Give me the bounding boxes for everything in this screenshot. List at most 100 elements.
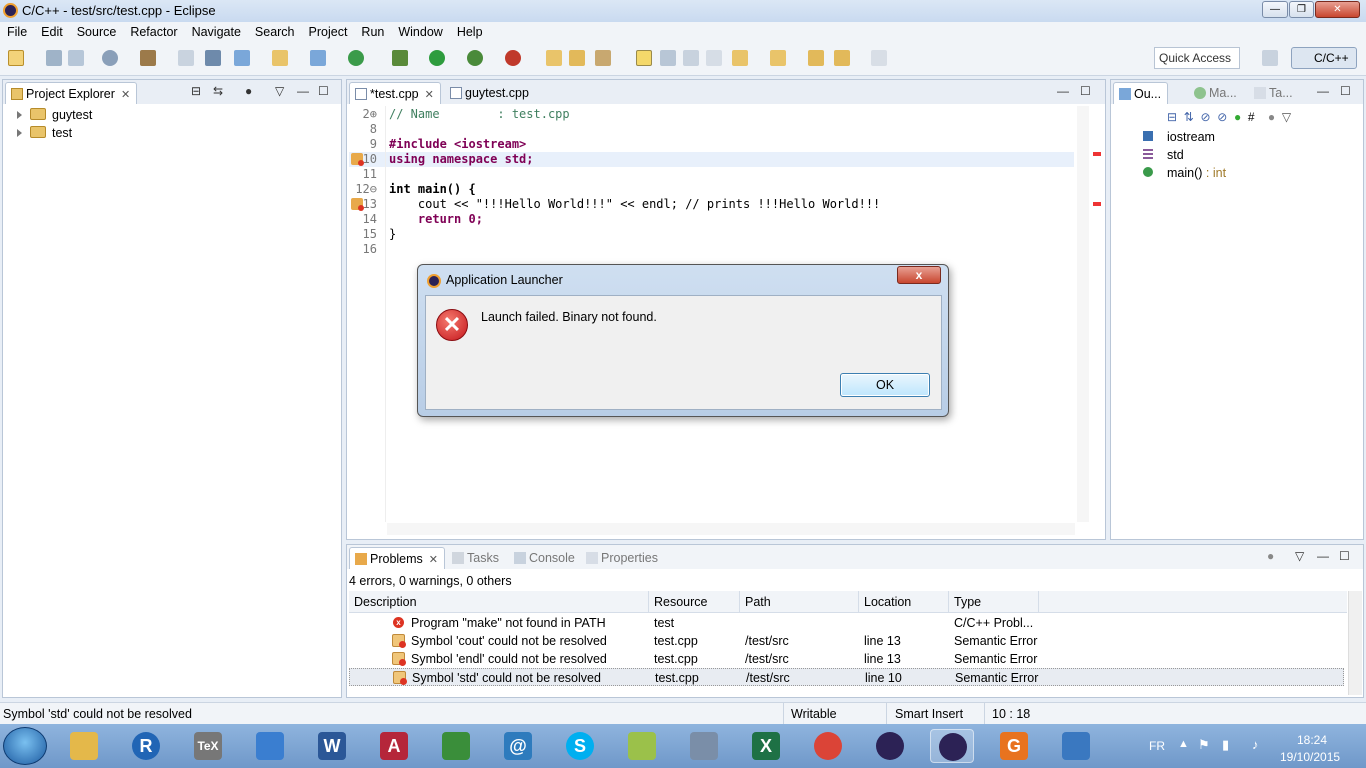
expand-icon[interactable] [17,111,22,119]
tab-guytest-cpp[interactable]: guytest.cpp [445,82,535,104]
minimize-view-icon[interactable]: — [1317,549,1329,563]
ok-button[interactable]: OK [840,373,930,397]
column-path[interactable]: Path [740,591,859,613]
column-type[interactable]: Type [949,591,1039,613]
network-tray-icon[interactable]: ▮ [1222,737,1229,753]
prev-annotation-icon[interactable] [770,50,786,66]
menu-run[interactable]: Run [354,22,391,39]
tab-tasks[interactable]: Tasks [447,547,505,569]
menu-window[interactable]: Window [391,22,449,39]
clock-time[interactable]: 18:24 [1297,733,1327,747]
tab-test-cpp[interactable]: *test.cpp ✕ [349,82,441,104]
minimize-button[interactable]: — [1262,1,1288,18]
public-filter-icon[interactable]: ● [1234,110,1241,124]
perspective-cpp-button[interactable]: C/C++ [1291,47,1357,69]
taskbar-item[interactable] [682,729,726,763]
volume-icon[interactable]: ♪ [1252,737,1259,752]
chevron-up-icon[interactable]: ▲ [1178,738,1189,750]
maximize-view-icon[interactable]: ☐ [1080,84,1091,98]
menu-edit[interactable]: Edit [34,22,70,39]
tab-make-targets[interactable]: Ma... [1189,82,1243,104]
menu-file[interactable]: File [0,22,34,39]
chevron-down-icon[interactable]: ▽ [275,84,284,98]
collapse-all-icon[interactable]: ⊟ [1167,110,1177,124]
toggle-icon[interactable] [660,50,676,66]
taskbar-item[interactable]: S [558,729,602,763]
tab-task-list[interactable]: Ta... [1249,82,1299,104]
chevron-down-icon[interactable]: ▽ [1282,110,1291,124]
tab-outline[interactable]: Ou... [1113,82,1169,104]
maximize-view-icon[interactable]: ☐ [1340,84,1351,98]
column-description[interactable]: Description [349,591,649,613]
table-row[interactable]: Symbol 'cout' could not be resolved test… [349,632,1344,650]
taskbar-item[interactable]: @ [496,729,540,763]
hide-static-icon[interactable]: ⊘ [1217,110,1227,124]
maximize-view-icon[interactable]: ☐ [1339,549,1350,563]
save-all-icon[interactable] [68,50,84,66]
new-class-icon[interactable] [310,50,326,66]
menu-source[interactable]: Source [70,22,124,39]
new-project-icon[interactable] [234,50,250,66]
clock-date[interactable]: 19/10/2015 [1280,750,1340,764]
problems-scrollbar[interactable] [1348,591,1362,695]
view-menu-icon[interactable]: ● [1267,549,1274,563]
open-folder-icon[interactable] [546,50,562,66]
tab-console[interactable]: Console [509,547,581,569]
taskbar-item[interactable] [248,729,292,763]
close-icon[interactable]: ✕ [121,89,130,101]
refresh-icon[interactable] [348,50,364,66]
coverage-icon[interactable] [467,50,483,66]
hide-fields-icon[interactable]: ⊘ [1200,110,1210,124]
quick-access-input[interactable]: Quick Access [1154,47,1240,69]
dialog-close-button[interactable]: x [897,266,941,284]
taskbar-item[interactable]: TeX [186,729,230,763]
open-type-icon[interactable] [569,50,585,66]
taskbar-item[interactable] [806,729,850,763]
outline-item-std[interactable]: std [1143,148,1184,166]
open-perspective-icon[interactable] [1262,50,1278,66]
close-button[interactable]: ✕ [1315,1,1360,18]
taskbar-item[interactable] [620,729,664,763]
last-edit-icon[interactable] [808,50,824,66]
hash-icon[interactable]: # [1248,110,1255,124]
sort-icon[interactable]: ⇅ [1184,110,1194,124]
start-button[interactable] [3,727,47,765]
close-icon[interactable]: ✕ [425,89,434,101]
view-menu-icon[interactable]: ● [245,84,252,98]
menu-navigate[interactable]: Navigate [185,22,248,39]
taskbar-item[interactable]: W [310,729,354,763]
pen-icon[interactable] [595,50,611,66]
tab-problems[interactable]: Problems ✕ [349,547,446,569]
tree-item-test[interactable]: test [17,126,72,144]
flag-icon[interactable]: ⚑ [1198,737,1210,753]
external-tools-icon[interactable] [505,50,521,66]
view-menu-icon[interactable]: ● [1268,110,1275,124]
table-row[interactable]: x Program "make" not found in PATH test … [349,614,1344,632]
table-row-selected[interactable]: Symbol 'std' could not be resolved test.… [349,668,1344,686]
horizontal-scrollbar[interactable] [387,523,1075,535]
new-folder-icon[interactable] [272,50,288,66]
binary-icon[interactable] [178,50,194,66]
block-icon[interactable] [683,50,699,66]
paragraph-icon[interactable] [706,50,722,66]
taskbar-item[interactable]: A [372,729,416,763]
chevron-down-icon[interactable]: ▽ [1295,549,1304,563]
minimize-view-icon[interactable]: — [1317,84,1329,98]
next-annotation-icon[interactable] [732,50,748,66]
language-indicator[interactable]: FR [1149,739,1165,753]
outline-item-main[interactable]: main() : int [1143,166,1226,184]
maximize-button[interactable]: ❐ [1289,1,1314,18]
link-editor-icon[interactable]: ⇆ [213,84,223,98]
run-icon[interactable] [429,50,445,66]
forward-icon[interactable] [871,50,887,66]
tab-properties[interactable]: Properties [581,547,664,569]
debug-icon[interactable] [392,50,408,66]
taskbar-item[interactable]: G [992,729,1036,763]
menu-project[interactable]: Project [302,22,355,39]
column-resource[interactable]: Resource [649,591,740,613]
minimize-view-icon[interactable]: — [297,84,309,98]
taskbar-item[interactable] [1054,729,1098,763]
vertical-scrollbar[interactable] [1077,106,1089,522]
expand-icon[interactable] [17,129,22,137]
maximize-view-icon[interactable]: ☐ [318,84,329,98]
